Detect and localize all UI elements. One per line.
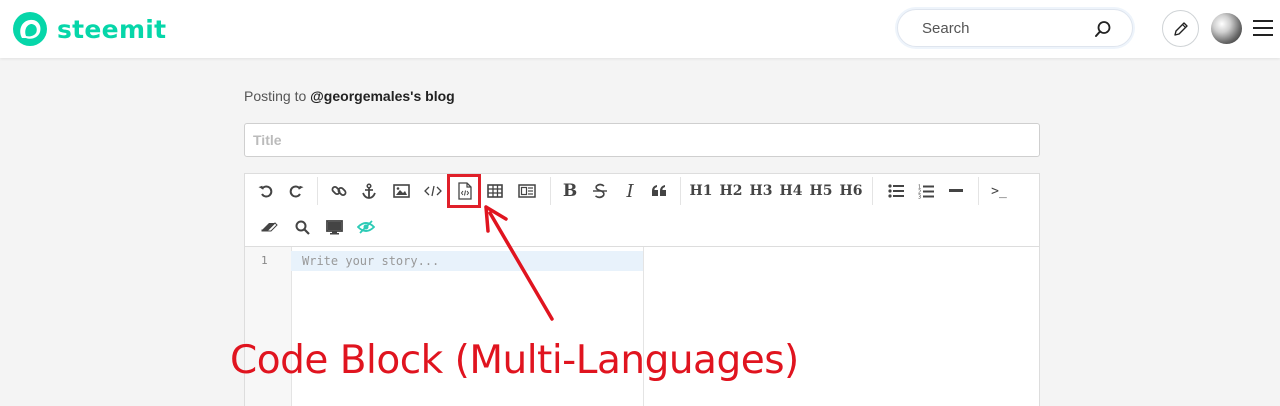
quote-icon (652, 185, 666, 196)
h1-button[interactable]: H1 (688, 178, 714, 204)
image-button[interactable] (388, 178, 414, 204)
toggle-visibility-button[interactable] (353, 214, 379, 240)
bullet-list-icon (888, 184, 904, 198)
brand-name: steemit (57, 14, 167, 44)
redo-button[interactable] (283, 178, 309, 204)
bold-button[interactable]: B (557, 178, 583, 204)
search-icon[interactable] (1094, 20, 1112, 38)
posting-prefix: Posting to (244, 88, 311, 104)
code-icon (424, 185, 442, 197)
h6-button[interactable]: H6 (838, 178, 864, 204)
steemit-logo[interactable]: steemit (12, 11, 166, 47)
image-icon (392, 184, 410, 198)
undo-button[interactable] (253, 178, 279, 204)
annotation-label: Code Block (Multi-Languages) (230, 338, 799, 383)
h2-button[interactable]: H2 (718, 178, 744, 204)
strikethrough-button[interactable] (587, 178, 613, 204)
quote-button[interactable] (646, 178, 672, 204)
write-post-button[interactable] (1162, 10, 1199, 47)
table-button[interactable] (482, 178, 508, 204)
magnifier-icon (295, 220, 310, 235)
eraser-button[interactable] (256, 214, 282, 240)
eraser-icon (261, 222, 278, 232)
annotation-arrow-icon (484, 205, 554, 321)
h3-button[interactable]: H3 (748, 178, 774, 204)
svg-text:3: 3 (918, 194, 921, 199)
numbered-list-icon: 123 (918, 184, 934, 199)
steemit-logo-icon (13, 12, 47, 46)
code-block-highlight (447, 174, 481, 208)
table-alt-icon (518, 184, 536, 198)
anchor-icon (362, 183, 376, 199)
line-number: 1 (261, 254, 268, 267)
monitor-icon (325, 219, 343, 234)
editor-toolbar: B I H1 H2 H3 H4 H5 H6 123 >_ (244, 173, 1040, 246)
h5-button[interactable]: H5 (808, 178, 834, 204)
link-icon (331, 186, 347, 196)
h4-button[interactable]: H4 (778, 178, 804, 204)
anchor-button[interactable] (356, 178, 382, 204)
table-icon (487, 184, 503, 198)
horizontal-rule-icon (949, 189, 963, 192)
hamburger-menu-icon[interactable] (1253, 19, 1273, 37)
strikethrough-icon (593, 183, 607, 199)
italic-button[interactable]: I (617, 178, 643, 204)
avatar[interactable] (1211, 13, 1242, 44)
horizontal-rule-button[interactable] (943, 178, 969, 204)
search-input[interactable] (920, 19, 1084, 38)
posting-to-label: Posting to @georgemales's blog (244, 88, 455, 104)
pencil-icon (1173, 21, 1188, 36)
preview-button[interactable] (321, 214, 347, 240)
inline-code-button[interactable] (420, 178, 446, 204)
numbered-list-button[interactable]: 123 (913, 178, 939, 204)
search-box[interactable] (897, 9, 1133, 47)
top-header: steemit (0, 0, 1280, 58)
table-alt-button[interactable] (514, 178, 540, 204)
redo-icon (289, 185, 304, 198)
search-replace-button[interactable] (289, 214, 315, 240)
terminal-button[interactable]: >_ (986, 178, 1012, 204)
undo-icon (258, 185, 273, 198)
bullet-list-button[interactable] (883, 178, 909, 204)
eye-slash-icon (357, 220, 375, 234)
link-button[interactable] (326, 178, 352, 204)
title-input[interactable] (244, 123, 1040, 157)
body-placeholder: Write your story... (302, 254, 440, 268)
posting-target-blog[interactable]: @georgemales's blog (310, 88, 455, 104)
